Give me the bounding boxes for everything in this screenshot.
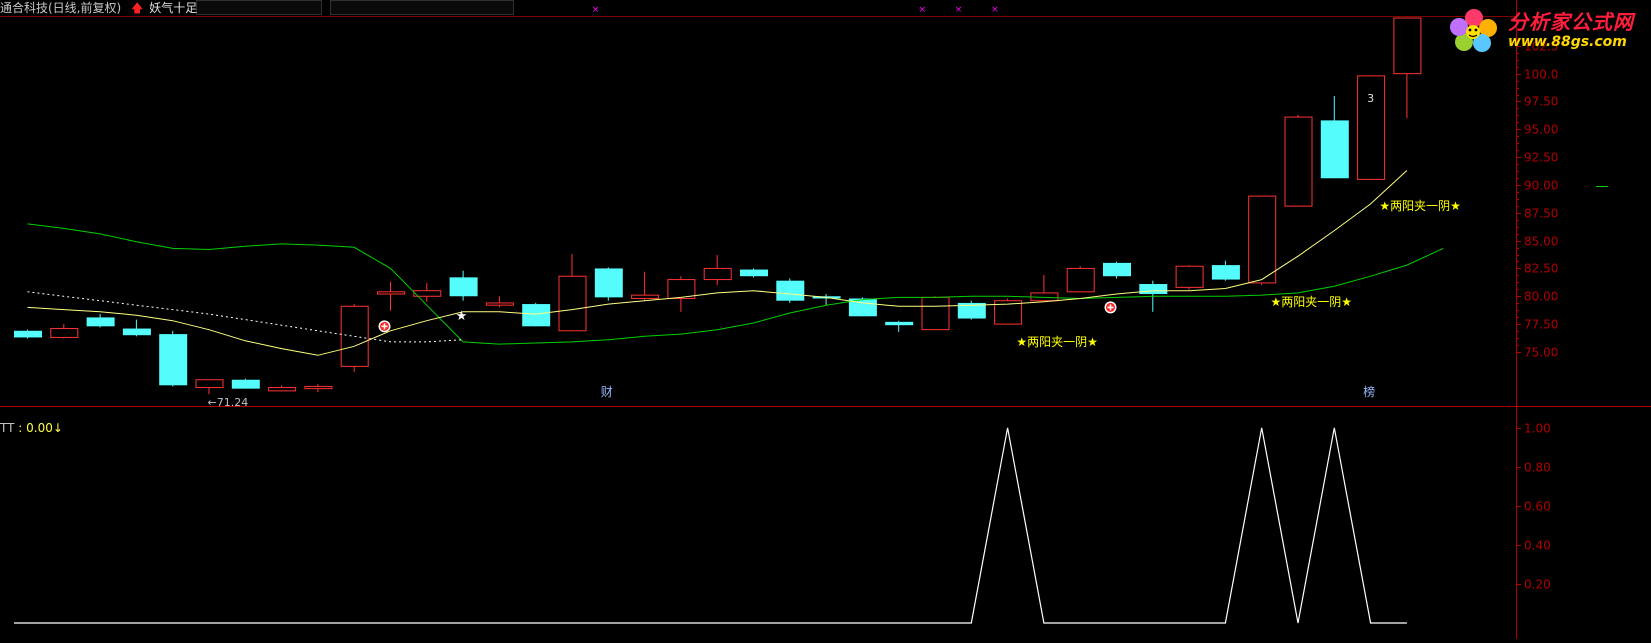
candle-down[interactable] bbox=[522, 304, 551, 327]
indicator-tick-label: 0.40 bbox=[1524, 539, 1551, 553]
candle-count-label: 3 bbox=[1367, 92, 1374, 105]
ma-long-line bbox=[27, 223, 1444, 345]
candle-up[interactable] bbox=[377, 291, 405, 295]
candle-up[interactable] bbox=[1175, 265, 1204, 288]
candle-up[interactable] bbox=[1284, 116, 1313, 207]
ma-dashed-line bbox=[27, 291, 464, 343]
candle-up[interactable] bbox=[667, 279, 696, 299]
indicator-tick-label: 1.00 bbox=[1524, 422, 1551, 436]
candle-up[interactable] bbox=[631, 294, 660, 299]
candle-down[interactable] bbox=[159, 334, 188, 386]
top-x-marker: × bbox=[919, 5, 927, 15]
candle-up[interactable] bbox=[268, 387, 297, 392]
indicator-tick-label: 0.80 bbox=[1524, 461, 1551, 475]
indicator-tick-label: 0.60 bbox=[1524, 500, 1551, 514]
indicator-value: : 0.00 bbox=[18, 421, 53, 435]
candle-up[interactable] bbox=[50, 328, 79, 338]
indicator-name[interactable]: 妖气十足 bbox=[149, 1, 197, 15]
pattern-label: ★两阳夹一阴★ bbox=[1379, 199, 1461, 213]
price-tick-label: 92.50 bbox=[1524, 151, 1558, 165]
candle-up[interactable] bbox=[703, 267, 732, 281]
price-tick-label: 80.00 bbox=[1524, 290, 1558, 304]
candle-up[interactable] bbox=[304, 385, 333, 390]
price-tick-label: 82.50 bbox=[1524, 262, 1558, 276]
logo-url: www.88gs.com bbox=[1508, 34, 1627, 50]
candle-down[interactable] bbox=[885, 321, 914, 326]
candle-down[interactable] bbox=[86, 317, 115, 327]
top-x-marker: × bbox=[991, 5, 999, 15]
candle-down[interactable] bbox=[14, 330, 42, 338]
price-tick-label: 87.50 bbox=[1524, 207, 1558, 221]
candle-down[interactable] bbox=[231, 379, 260, 389]
price-tick-label: 77.50 bbox=[1524, 318, 1558, 332]
candle-down[interactable] bbox=[740, 269, 768, 277]
low-price-label: ←71.24 bbox=[208, 396, 249, 409]
header-spacer bbox=[330, 0, 514, 15]
logo-title: 分析家公式网 bbox=[1508, 10, 1634, 34]
candle-up[interactable] bbox=[1248, 195, 1277, 284]
price-tick-label: 85.00 bbox=[1524, 235, 1558, 249]
candle-up[interactable] bbox=[558, 275, 587, 332]
candle-down[interactable] bbox=[1103, 262, 1131, 277]
indicator-label: TT bbox=[0, 421, 15, 435]
pattern-label: ★两阳夹一阴★ bbox=[1271, 295, 1353, 309]
logo: 分析家公式网 www.88gs.com bbox=[1444, 2, 1649, 54]
candle-up[interactable] bbox=[1066, 267, 1095, 293]
candle-down[interactable] bbox=[594, 268, 623, 298]
chart-svg[interactable]: 75.00 77.50 80.00 82.50 85.00 87.50 90.00 92.50… bbox=[0, 0, 1651, 639]
candle-down[interactable] bbox=[122, 328, 151, 336]
event-label: 榜 bbox=[1363, 384, 1375, 399]
candle-up[interactable] bbox=[921, 296, 950, 331]
price-tick-label: 90.00 bbox=[1524, 179, 1558, 193]
candle-down[interactable] bbox=[1139, 284, 1168, 295]
red-up-arrow-icon: 🡅 bbox=[131, 1, 144, 15]
candle-up[interactable] bbox=[485, 302, 514, 306]
price-tick-label: 97.50 bbox=[1524, 95, 1558, 109]
top-x-marker: × bbox=[592, 5, 600, 15]
candle-down[interactable] bbox=[449, 277, 478, 297]
price-tick-label: 75.00 bbox=[1524, 346, 1558, 360]
white-star-icon: ★ bbox=[456, 309, 468, 324]
indicator-header: TT : 0.00↓ bbox=[0, 421, 63, 435]
tt-indicator-line bbox=[14, 427, 1407, 624]
event-label: 财 bbox=[601, 385, 613, 399]
down-arrow-icon: ↓ bbox=[52, 421, 63, 435]
stock-label: 通合科技(日线,前复权) bbox=[0, 1, 122, 15]
candle-down[interactable] bbox=[776, 280, 805, 301]
price-tick-label: 95.00 bbox=[1524, 123, 1558, 137]
top-x-marker: × bbox=[955, 5, 963, 15]
candle-down[interactable] bbox=[1320, 120, 1349, 179]
price-tick-label: 100.0 bbox=[1524, 68, 1558, 82]
indicator-tick-label: 0.20 bbox=[1524, 578, 1551, 592]
chart-header: 通合科技(日线,前复权) 🡅 妖气十足 bbox=[0, 0, 197, 16]
pattern-label: ★两阳夹一阴★ bbox=[1016, 335, 1098, 349]
candle-down[interactable] bbox=[1211, 265, 1240, 280]
header-spacer bbox=[196, 0, 322, 15]
candle-up[interactable] bbox=[195, 379, 224, 389]
kline-chart-stage[interactable]: 75.00 77.50 80.00 82.50 85.00 87.50 90.00 92.50… bbox=[0, 0, 1651, 639]
flower-logo-icon bbox=[1450, 9, 1497, 52]
candle-up[interactable] bbox=[1393, 17, 1422, 75]
